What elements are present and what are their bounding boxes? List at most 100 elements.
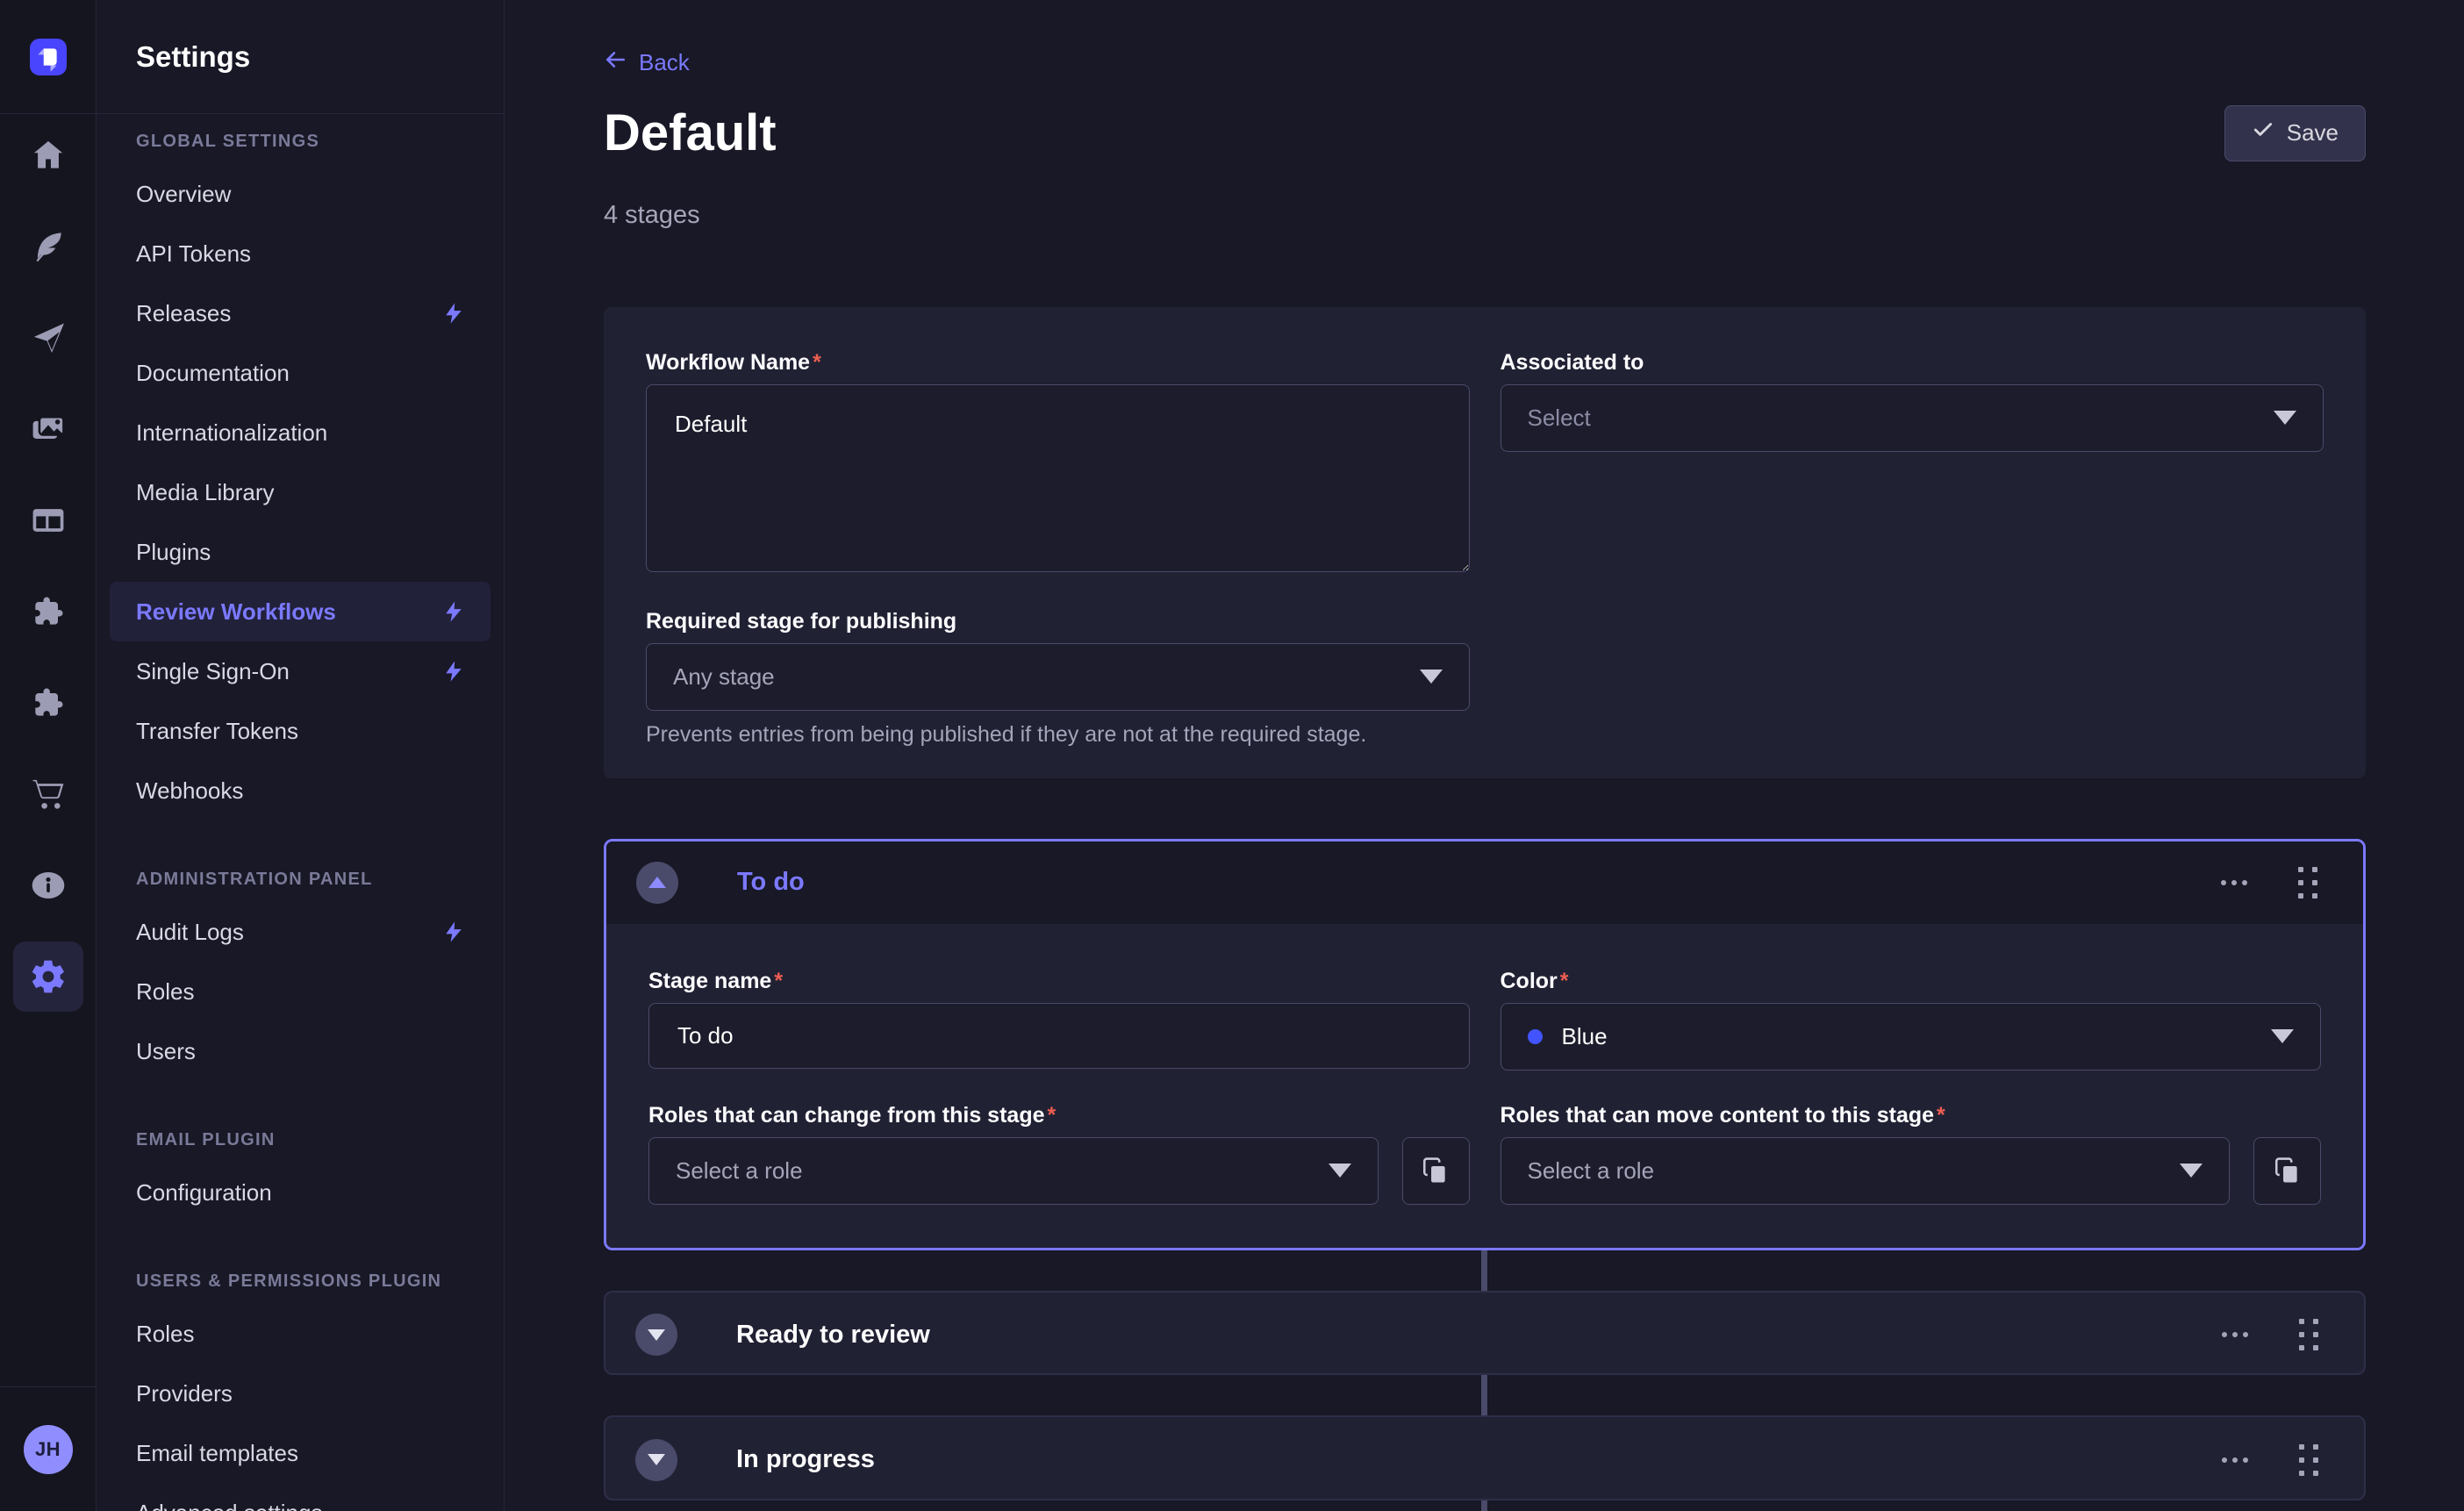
sidebar-item-providers[interactable]: Providers <box>110 1364 491 1423</box>
required-stage-select[interactable]: Any stage <box>646 643 1470 711</box>
sidebar-item-transfer-tokens[interactable]: Transfer Tokens <box>110 701 491 761</box>
puzzle-plugins-icon[interactable] <box>13 576 83 647</box>
strapi-logo-icon[interactable] <box>30 39 67 75</box>
sidebar-item-internationalization[interactable]: Internationalization <box>110 403 491 462</box>
lightning-icon <box>441 301 466 326</box>
section-heading: ADMINISTRATION PANEL <box>110 870 491 902</box>
stage-header[interactable]: To do <box>606 841 2363 924</box>
section-heading: USERS & PERMISSIONS PLUGIN <box>110 1271 491 1304</box>
workflow-name-input[interactable] <box>646 384 1470 572</box>
stage-count: 4 stages <box>604 202 2366 228</box>
workflow-name-label: Workflow Name* <box>646 349 1470 376</box>
title-row: Default Save <box>604 104 2366 162</box>
required-asterisk: * <box>1048 1103 1057 1128</box>
puzzle-marketplace-icon[interactable] <box>13 668 83 738</box>
more-options-icon[interactable] <box>2215 1325 2255 1344</box>
stage-connector-line <box>1481 1375 1487 1415</box>
lightning-icon <box>441 920 466 944</box>
associated-to-field: Associated to Select <box>1501 349 2324 576</box>
cart-icon[interactable] <box>13 759 83 829</box>
info-icon[interactable] <box>13 850 83 920</box>
back-link[interactable]: Back <box>604 48 690 78</box>
layout-builder-icon[interactable] <box>13 485 83 555</box>
more-options-icon[interactable] <box>2215 1450 2255 1470</box>
feather-content-icon[interactable] <box>13 211 83 282</box>
associated-to-select[interactable]: Select <box>1501 384 2324 452</box>
expand-toggle-button[interactable] <box>635 1314 677 1356</box>
sidebar-item-documentation[interactable]: Documentation <box>110 343 491 403</box>
sidebar-item-media-library[interactable]: Media Library <box>110 462 491 522</box>
expand-toggle-button[interactable] <box>635 1439 677 1481</box>
settings-gear-icon[interactable] <box>13 942 83 1012</box>
sidebar-item-email-configuration[interactable]: Configuration <box>110 1163 491 1222</box>
page-title: Default <box>604 104 777 162</box>
blue-color-dot <box>1528 1029 1543 1044</box>
sidebar-item-email-templates[interactable]: Email templates <box>110 1423 491 1483</box>
section-email-plugin: EMAIL PLUGIN Configuration <box>110 1130 491 1222</box>
sidebar-header: Settings <box>97 0 504 114</box>
required-stage-label: Required stage for publishing <box>646 608 1470 634</box>
chevron-down-icon <box>2274 411 2296 425</box>
sidebar-item-overview[interactable]: Overview <box>110 164 491 224</box>
chevron-down-icon <box>1329 1164 1351 1178</box>
chevron-down-icon <box>648 1454 665 1465</box>
back-arrow-icon <box>604 48 627 77</box>
stage-accordion-todo: To do Stage name* Color* <box>604 839 2366 1250</box>
sidebar-item-review-workflows[interactable]: Review Workflows <box>110 582 491 641</box>
section-global-settings: GLOBAL SETTINGS Overview API Tokens Rele… <box>110 132 491 820</box>
sidebar-item-webhooks[interactable]: Webhooks <box>110 761 491 820</box>
stage-accordion-ready-to-review: Ready to review <box>604 1291 2366 1376</box>
duplicate-roles-button[interactable] <box>2253 1137 2321 1205</box>
paper-plane-icon[interactable] <box>13 303 83 373</box>
rail-footer: JH <box>0 1386 96 1511</box>
media-images-icon[interactable] <box>13 394 83 464</box>
drag-handle-icon[interactable] <box>2291 860 2324 906</box>
chevron-down-icon <box>2271 1029 2294 1043</box>
section-users-permissions: USERS & PERMISSIONS PLUGIN Roles Provide… <box>110 1271 491 1511</box>
stage-header[interactable]: Ready to review <box>605 1293 2364 1376</box>
stage-name-label: Stage name* <box>648 968 1470 994</box>
user-avatar[interactable]: JH <box>24 1425 73 1474</box>
stage-name-input[interactable] <box>648 1003 1470 1069</box>
sidebar-item-plugins[interactable]: Plugins <box>110 522 491 582</box>
roles-from-field: Roles that can change from this stage* S… <box>648 1102 1470 1205</box>
workflow-form-card: Workflow Name* Associated to Select Requ… <box>604 307 2366 778</box>
stage-color-field: Color* Blue <box>1501 968 2322 1071</box>
collapse-toggle-button[interactable] <box>636 862 678 904</box>
sidebar-item-advanced-settings[interactable]: Advanced settings <box>110 1483 491 1511</box>
roles-to-select[interactable]: Select a role <box>1501 1137 2231 1205</box>
required-stage-field: Required stage for publishing Any stage … <box>646 608 1470 748</box>
main-content: Back Default Save 4 stages Workflow Name… <box>505 0 2464 1511</box>
stage-body: Stage name* Color* Blue Roles that can c… <box>606 924 2363 1249</box>
chevron-up-icon <box>648 877 666 888</box>
sidebar-item-single-sign-on[interactable]: Single Sign-On <box>110 641 491 701</box>
roles-from-select[interactable]: Select a role <box>648 1137 1379 1205</box>
sidebar-item-releases[interactable]: Releases <box>110 283 491 343</box>
drag-handle-icon[interactable] <box>2292 1437 2325 1483</box>
section-heading: EMAIL PLUGIN <box>110 1130 491 1163</box>
sidebar-title: Settings <box>136 40 250 74</box>
sidebar-item-up-roles[interactable]: Roles <box>110 1304 491 1364</box>
sidebar-item-audit-logs[interactable]: Audit Logs <box>110 902 491 962</box>
sidebar-item-admin-roles[interactable]: Roles <box>110 962 491 1021</box>
required-asterisk: * <box>1560 969 1569 993</box>
roles-to-label: Roles that can move content to this stag… <box>1501 1102 2322 1128</box>
rail-header <box>0 0 96 114</box>
sidebar-item-users[interactable]: Users <box>110 1021 491 1081</box>
save-button[interactable]: Save <box>2224 105 2366 161</box>
duplicate-roles-button[interactable] <box>1402 1137 1470 1205</box>
home-icon[interactable] <box>13 120 83 190</box>
required-stage-hint: Prevents entries from being published if… <box>646 721 1470 748</box>
lightning-icon <box>441 599 466 624</box>
drag-handle-icon[interactable] <box>2292 1312 2325 1357</box>
chevron-down-icon <box>648 1329 665 1341</box>
sidebar-item-api-tokens[interactable]: API Tokens <box>110 224 491 283</box>
roles-to-field: Roles that can move content to this stag… <box>1501 1102 2322 1205</box>
more-options-icon[interactable] <box>2214 873 2254 892</box>
stage-title: Ready to review <box>736 1321 930 1350</box>
stage-header[interactable]: In progress <box>605 1417 2364 1500</box>
color-select[interactable]: Blue <box>1501 1003 2322 1071</box>
color-label: Color* <box>1501 968 2322 994</box>
stage-title: To do <box>737 868 805 897</box>
associated-to-label: Associated to <box>1501 349 2324 376</box>
